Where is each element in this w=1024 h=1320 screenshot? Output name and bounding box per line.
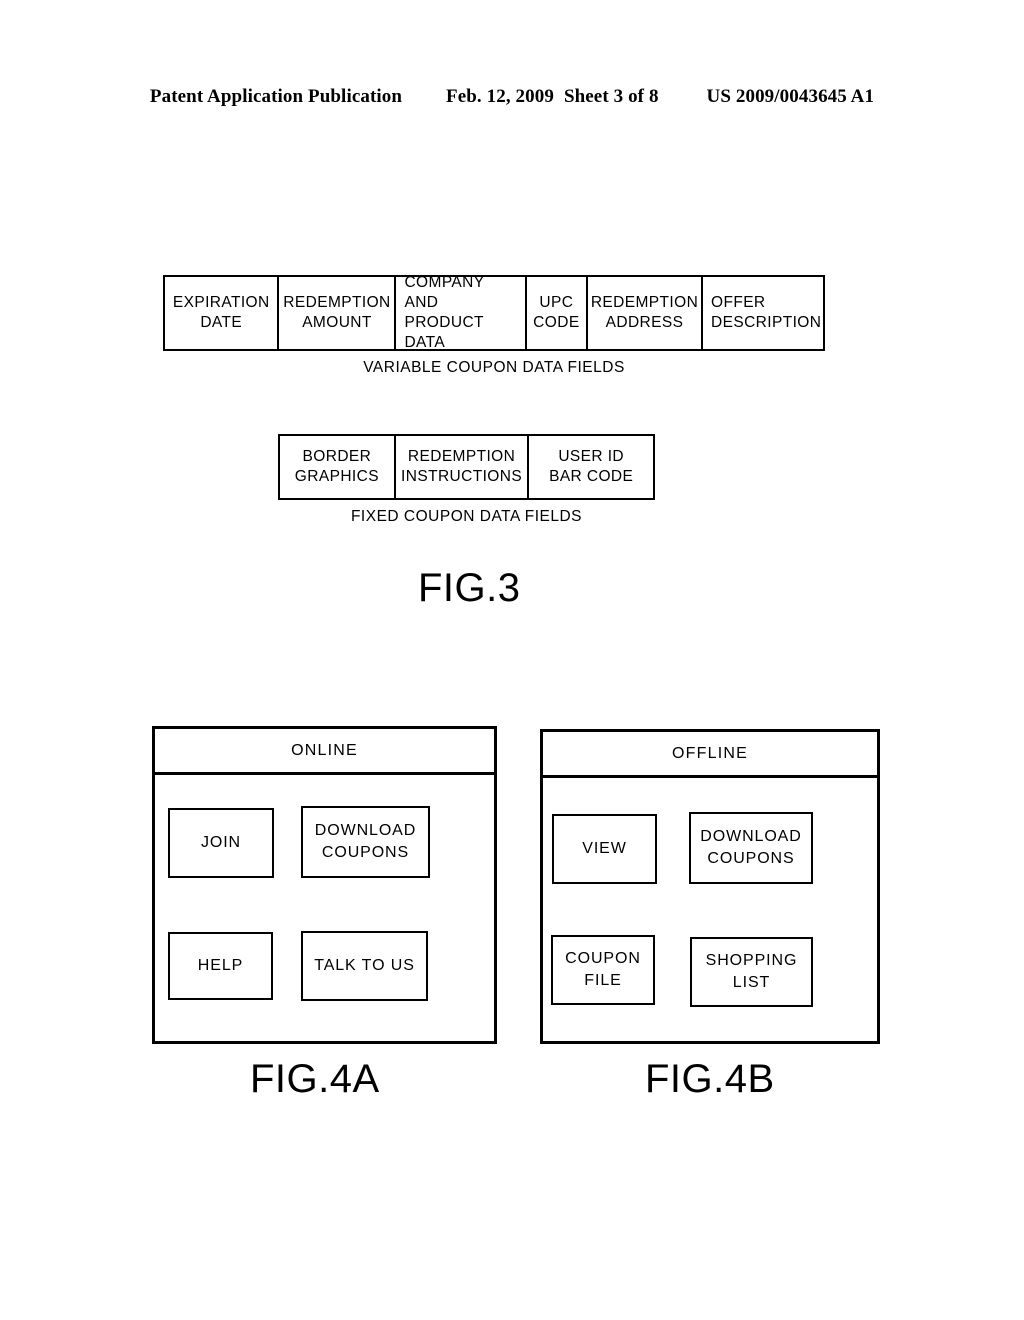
fixed-coupon-data-fields-caption: FIXED COUPON DATA FIELDS <box>350 508 583 525</box>
coupon-file-button[interactable]: COUPON FILE <box>551 935 655 1005</box>
cell-line: ADDRESS <box>605 314 684 331</box>
cell-line: OFFER <box>711 293 766 311</box>
figure-label-fig4b: FIG.4B <box>645 1057 775 1101</box>
cell-line: REDEMPTION <box>283 293 391 311</box>
field-cell-user-id-bar-code: USER ID BAR CODE <box>529 436 653 498</box>
patent-number: US 2009/0043645 A1 <box>706 86 875 107</box>
download-coupons-button[interactable]: DOWNLOAD COUPONS <box>689 812 813 884</box>
cell-line: DESCRIPTION <box>711 314 822 331</box>
field-cell-redemption-address: REDEMPTION ADDRESS <box>588 277 703 349</box>
button-line: COUPON <box>565 950 641 968</box>
field-cell-redemption-amount: REDEMPTION AMOUNT <box>279 277 397 349</box>
button-line: COUPONS <box>321 844 410 861</box>
cell-line: DATE <box>200 314 243 331</box>
offline-panel-title: OFFLINE <box>543 732 877 778</box>
cell-line: DATA <box>404 334 446 352</box>
button-line: JOIN <box>200 834 242 852</box>
cell-line: USER ID <box>558 447 624 465</box>
publication-date: Feb. 12, 2009 <box>446 86 554 107</box>
field-cell-redemption-instructions: REDEMPTION INSTRUCTIONS <box>396 436 530 498</box>
button-line: SHOPPING <box>705 952 798 970</box>
shopping-list-button[interactable]: SHOPPING LIST <box>690 937 813 1007</box>
cell-line: GRAPHICS <box>294 468 379 485</box>
online-panel-title: ONLINE <box>155 729 494 775</box>
sheet-number: Sheet 3 of 8 <box>563 86 659 107</box>
page-header: Patent Application Publication Feb. 12, … <box>0 86 1024 108</box>
cell-line: UPC <box>539 293 574 311</box>
cell-line: CODE <box>533 314 580 331</box>
variable-coupon-data-fields-caption: VARIABLE COUPON DATA FIELDS <box>363 359 625 376</box>
button-line: FILE <box>584 972 622 989</box>
field-cell-expiration-date: EXPIRATION DATE <box>165 277 280 349</box>
talk-to-us-button[interactable]: TALK TO US <box>301 931 428 1001</box>
button-line: TALK TO US <box>314 957 415 975</box>
field-cell-border-graphics: BORDER GRAPHICS <box>280 436 396 498</box>
field-cell-offer-description: OFFER DESCRIPTION <box>703 277 823 349</box>
field-cell-company-and-product-data: COMPANY AND PRODUCT DATA <box>396 274 527 351</box>
button-line: DOWNLOAD <box>700 828 802 846</box>
download-coupons-button[interactable]: DOWNLOAD COUPONS <box>301 806 430 878</box>
cell-line: BORDER <box>302 447 372 465</box>
online-panel: ONLINE JOIN DOWNLOAD COUPONS HELP TALK T… <box>152 726 497 1044</box>
button-line: LIST <box>732 974 771 991</box>
view-button[interactable]: VIEW <box>552 814 657 884</box>
figure-label-fig4a: FIG.4A <box>250 1057 380 1101</box>
cell-line: REDEMPTION <box>590 293 699 311</box>
figure-label-fig3: FIG.3 <box>418 566 521 610</box>
button-line: DOWNLOAD <box>314 822 417 840</box>
button-line: VIEW <box>582 840 627 858</box>
publication-title: Patent Application Publication <box>149 86 403 107</box>
cell-line: EXPIRATION <box>172 293 270 311</box>
cell-line: INSTRUCTIONS <box>401 468 523 485</box>
help-button[interactable]: HELP <box>168 932 273 1000</box>
cell-line: REDEMPTION <box>407 447 516 465</box>
join-button[interactable]: JOIN <box>168 808 274 878</box>
cell-line: PRODUCT <box>404 314 484 331</box>
offline-panel: OFFLINE VIEW DOWNLOAD COUPONS COUPON FIL… <box>540 729 880 1044</box>
button-line: HELP <box>197 957 244 975</box>
field-cell-upc-code: UPC CODE <box>527 277 588 349</box>
cell-line: BAR CODE <box>549 468 634 485</box>
button-line: COUPONS <box>707 850 795 867</box>
variable-coupon-data-fields-table: EXPIRATION DATE REDEMPTION AMOUNT COMPAN… <box>163 274 825 351</box>
cell-line: COMPANY AND <box>404 273 485 311</box>
cell-line: AMOUNT <box>302 314 372 331</box>
fixed-coupon-data-fields-table: BORDER GRAPHICS REDEMPTION INSTRUCTIONS … <box>278 434 655 500</box>
